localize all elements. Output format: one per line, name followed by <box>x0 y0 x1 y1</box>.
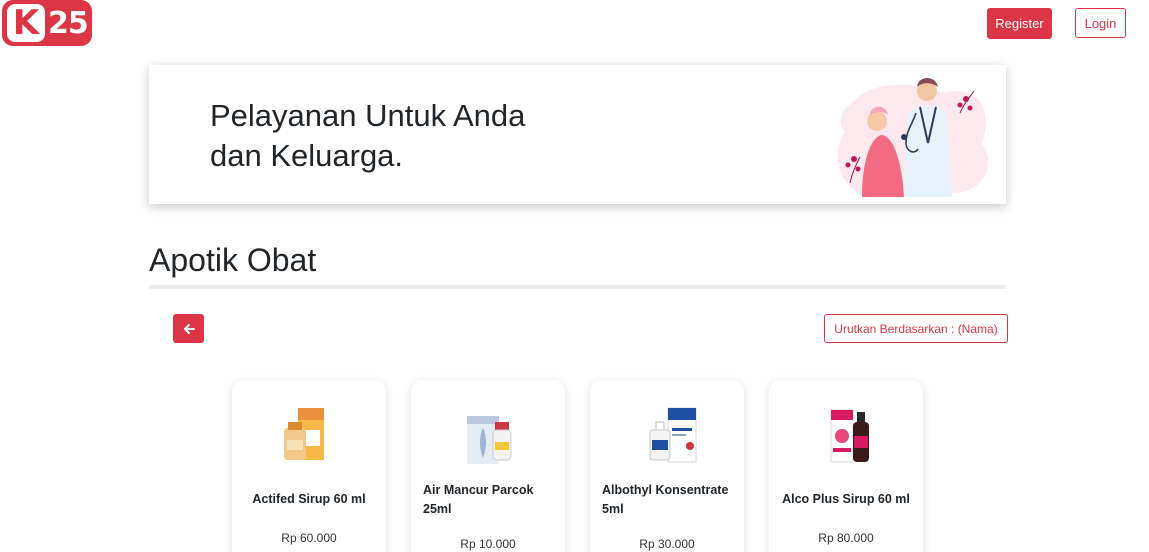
hero-title: Pelayanan Untuk Anda dan Keluarga. <box>210 96 630 176</box>
product-card[interactable]: Albothyl Konsentrate 5ml Rp 30.000 <box>590 380 744 552</box>
product-name: Albothyl Konsentrate 5ml <box>602 483 729 516</box>
product-image <box>830 409 869 463</box>
hero-title-line2: dan Keluarga. <box>210 138 404 173</box>
section-title: Apotik Obat <box>149 242 317 278</box>
section-divider <box>149 285 1006 289</box>
product-card[interactable]: Air Mancur Parcok 25ml Rp 10.000 <box>411 380 565 552</box>
product-name: Alco Plus Sirup 60 ml <box>782 492 910 506</box>
register-button[interactable]: Register <box>987 8 1052 39</box>
product-image <box>467 416 512 464</box>
product-card[interactable]: Actifed Sirup 60 ml Rp 60.000 <box>232 380 386 552</box>
sort-button[interactable]: Urutkan Berdasarkan : (Nama) <box>824 314 1008 343</box>
product-card[interactable]: Alco Plus Sirup 60 ml Rp 80.000 <box>769 380 923 552</box>
product-name: Actifed Sirup 60 ml <box>252 492 366 506</box>
brand-logo[interactable]: K 25 <box>2 0 92 46</box>
arrow-left-icon <box>183 323 195 334</box>
doctor-patient-illustration <box>837 78 988 197</box>
login-button[interactable]: Login <box>1075 8 1126 38</box>
product-price: Rp 30.000 <box>639 537 695 551</box>
hero-title-line1: Pelayanan Untuk Anda <box>210 98 526 133</box>
product-name: Air Mancur Parcok 25ml <box>423 483 534 516</box>
hero-banner: Pelayanan Untuk Anda dan Keluarga. <box>149 65 1006 204</box>
product-image <box>649 407 697 463</box>
back-button[interactable] <box>173 314 204 343</box>
logo-letter: K <box>7 4 45 42</box>
product-price: Rp 80.000 <box>818 531 874 545</box>
product-image <box>284 408 324 460</box>
logo-number: 25 <box>48 5 89 41</box>
product-price: Rp 10.000 <box>460 537 516 551</box>
product-price: Rp 60.000 <box>281 531 337 545</box>
